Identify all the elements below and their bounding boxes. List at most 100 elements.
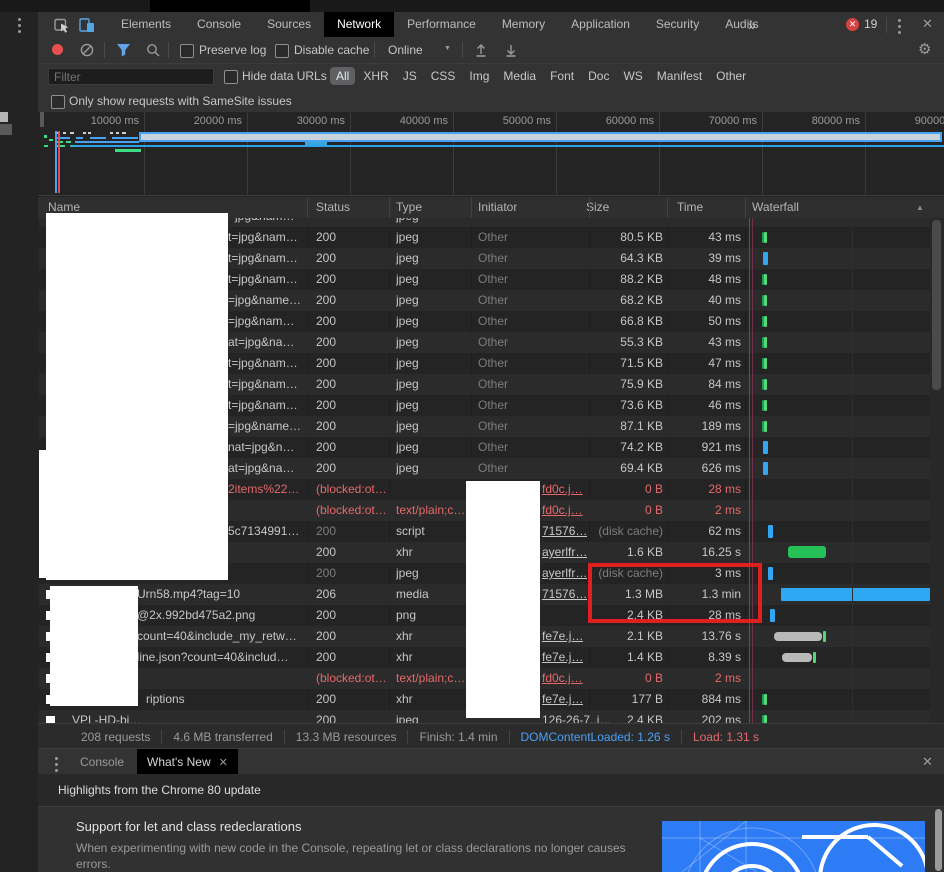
screenshot-root: ElementsConsoleSourcesNetworkPerformance…: [0, 0, 944, 872]
waterfall-bar-green-cap: [813, 652, 816, 663]
request-name: at=jpg&na…: [228, 332, 294, 353]
error-count[interactable]: 19: [864, 17, 877, 31]
close-drawer-icon[interactable]: ✕: [922, 754, 933, 770]
tab-memory[interactable]: Memory: [489, 12, 558, 37]
drawer-tab-whats-new[interactable]: What's New ✕: [137, 749, 238, 775]
column-header-status[interactable]: Status: [316, 197, 350, 218]
overview-tick-label: 50000 ms: [496, 115, 551, 127]
tab-audits[interactable]: Audits: [712, 12, 771, 37]
request-name: =jpg&name…: [228, 290, 301, 311]
column-header-time[interactable]: Time: [677, 197, 703, 218]
waterfall-bar-blue: [763, 252, 768, 265]
throttling-select[interactable]: Online: [388, 43, 423, 57]
request-name: =jpg&name…: [228, 416, 301, 437]
tab-elements[interactable]: Elements: [108, 12, 184, 37]
column-header-initiator[interactable]: Initiator: [478, 197, 517, 218]
error-badge-icon[interactable]: ✕: [846, 18, 859, 31]
timeline-overview[interactable]: 10000 ms20000 ms30000 ms40000 ms50000 ms…: [38, 112, 944, 196]
status-cell: 200: [316, 311, 336, 332]
tab-sources[interactable]: Sources: [254, 12, 324, 37]
record-button[interactable]: [52, 44, 63, 55]
waterfall-bar-stalled: [774, 632, 822, 641]
filter-chip-other[interactable]: Other: [710, 67, 752, 85]
initiator-cell: Other: [478, 269, 508, 290]
waterfall-bar-blue: [770, 609, 775, 622]
tab-performance[interactable]: Performance: [394, 12, 489, 37]
close-whats-new-icon[interactable]: ✕: [219, 756, 228, 769]
drawer-scrollbar[interactable]: [935, 809, 942, 871]
filter-chip-media[interactable]: Media: [497, 67, 542, 85]
status-cell: 200: [316, 521, 336, 542]
overview-gridline: [762, 112, 763, 195]
time-cell: 626 ms: [646, 458, 741, 479]
initiator-cell: Other: [478, 353, 508, 374]
more-tabs-chevron[interactable]: »: [748, 17, 756, 33]
network-settings-gear-icon[interactable]: ⚙: [918, 40, 931, 58]
clear-icon[interactable]: [80, 43, 94, 60]
sort-arrow-icon[interactable]: ▲: [916, 203, 924, 212]
filter-icon[interactable]: [116, 43, 131, 60]
filter-chip-doc[interactable]: Doc: [582, 67, 615, 85]
filter-chip-font[interactable]: Font: [544, 67, 580, 85]
column-header-type[interactable]: Type: [396, 197, 422, 218]
column-header-waterfall[interactable]: Waterfall: [752, 197, 799, 218]
table-scrollbar[interactable]: [930, 218, 944, 723]
time-cell: 43 ms: [646, 227, 741, 248]
time-cell: 50 ms: [646, 311, 741, 332]
article-illustration[interactable]: [662, 821, 925, 872]
tab-network[interactable]: Network: [324, 12, 394, 37]
filter-chip-ws[interactable]: WS: [617, 67, 648, 85]
export-har-icon[interactable]: [504, 43, 518, 60]
samesite-checkbox[interactable]: [51, 95, 65, 109]
filter-input[interactable]: [48, 68, 214, 85]
overview-tick-label: 70000 ms: [702, 115, 757, 127]
import-har-icon[interactable]: [474, 43, 488, 60]
drawer-tab-console[interactable]: Console: [80, 755, 124, 769]
status-cell: 200: [316, 605, 336, 626]
devtools-menu-icon[interactable]: [898, 19, 901, 37]
waterfall-bar-green: [764, 295, 767, 306]
overview-activity-mark: [63, 132, 66, 134]
devtools-tabbar: ElementsConsoleSourcesNetworkPerformance…: [38, 12, 944, 38]
filter-chip-css[interactable]: CSS: [425, 67, 462, 85]
overview-main-request-bar: [139, 132, 942, 142]
status-cell: 206: [316, 584, 336, 605]
page-menu-icon[interactable]: [18, 18, 21, 36]
redaction-box: [39, 450, 47, 578]
filter-chip-all[interactable]: All: [330, 67, 355, 85]
tab-console[interactable]: Console: [184, 12, 254, 37]
time-cell: 46 ms: [646, 395, 741, 416]
browser-top-tab: [150, 0, 310, 12]
search-icon[interactable]: [146, 43, 160, 60]
type-cell: jpeg: [396, 248, 419, 269]
request-name: t=jpg&nam…: [228, 353, 298, 374]
type-cell: xhr: [396, 647, 413, 668]
overview-activity-mark: [44, 145, 48, 147]
device-toolbar-icon[interactable]: [79, 17, 95, 36]
drawer-menu-icon[interactable]: [55, 757, 58, 775]
article-body: When experimenting with new code in the …: [76, 840, 661, 872]
filter-chip-img[interactable]: Img: [463, 67, 495, 85]
overview-activity-mark: [49, 139, 53, 141]
hide-data-urls-checkbox[interactable]: [224, 70, 238, 84]
time-cell: 884 ms: [646, 689, 741, 710]
filter-chip-xhr[interactable]: XHR: [357, 67, 394, 85]
status-cell: 200: [316, 269, 336, 290]
initiator-cell: Other: [478, 227, 508, 248]
preserve-log-checkbox[interactable]: [180, 44, 194, 58]
tab-security[interactable]: Security: [643, 12, 712, 37]
inspect-element-icon[interactable]: [54, 17, 70, 36]
close-devtools-icon[interactable]: ✕: [922, 16, 933, 32]
disable-cache-checkbox[interactable]: [275, 44, 289, 58]
overview-tick-label: 60000 ms: [599, 115, 654, 127]
overview-activity-mark: [116, 132, 119, 134]
tab-application[interactable]: Application: [558, 12, 643, 37]
throttling-dropdown-icon[interactable]: ▼: [444, 45, 451, 52]
file-icon-redacted: [46, 716, 55, 723]
overview-load-line: [58, 131, 60, 193]
filter-chip-manifest[interactable]: Manifest: [651, 67, 708, 85]
time-cell: 2 ms: [646, 668, 741, 689]
column-separator: [745, 197, 746, 218]
filter-chip-js[interactable]: JS: [397, 67, 423, 85]
type-cell: jpeg: [396, 374, 419, 395]
